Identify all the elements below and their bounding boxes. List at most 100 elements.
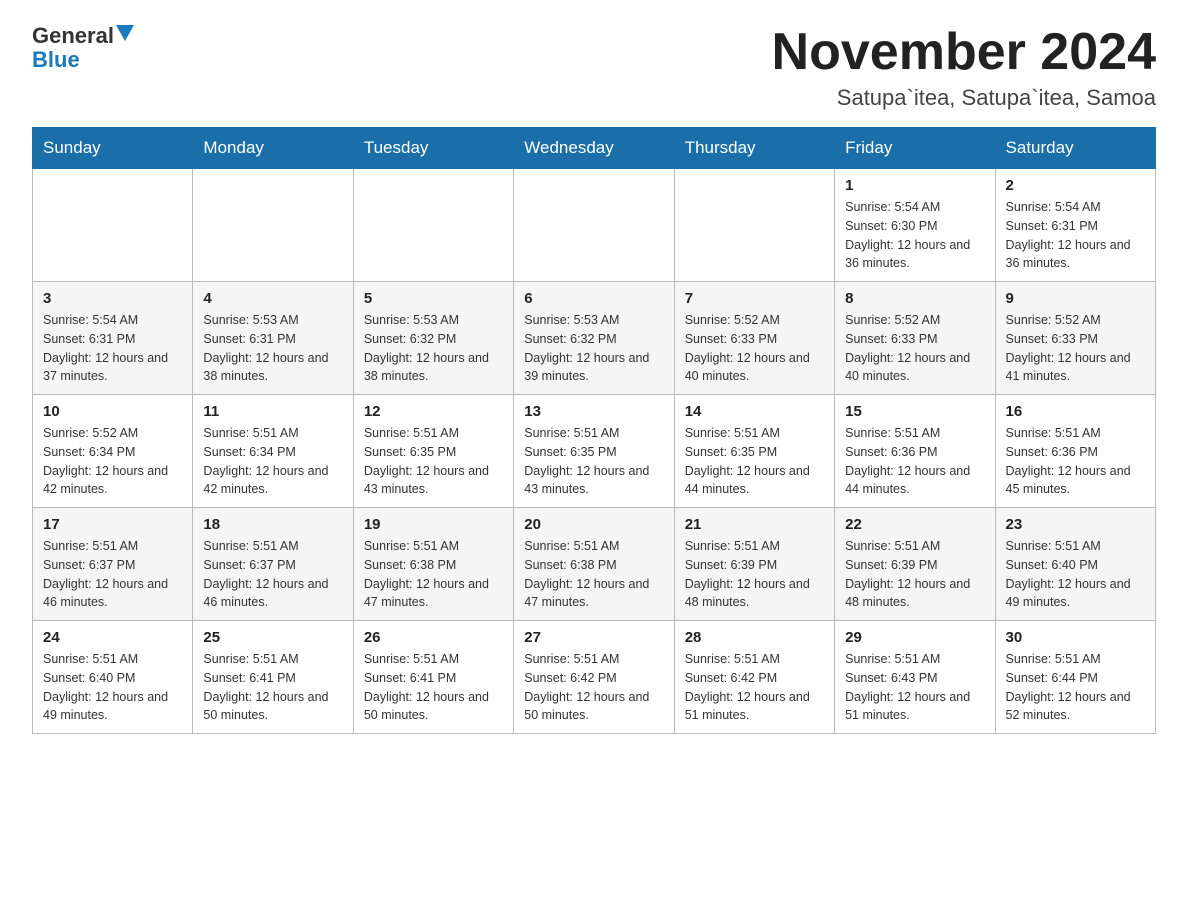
day-info: Sunrise: 5:51 AM Sunset: 6:36 PM Dayligh… (1006, 424, 1145, 499)
day-info: Sunrise: 5:53 AM Sunset: 6:32 PM Dayligh… (524, 311, 663, 386)
day-number: 25 (203, 629, 342, 646)
day-info: Sunrise: 5:54 AM Sunset: 6:31 PM Dayligh… (43, 311, 182, 386)
page-header: General Blue November 2024 Satupa`itea, … (32, 24, 1156, 111)
calendar-cell: 21 Sunrise: 5:51 AM Sunset: 6:39 PM Dayli… (674, 508, 834, 621)
calendar-cell: 2 Sunrise: 5:54 AM Sunset: 6:31 PM Daylig… (995, 169, 1155, 282)
calendar-cell: 6Sunrise: 5:53 AM Sunset: 6:32 PM Daylig… (514, 282, 674, 395)
day-info: Sunrise: 5:51 AM Sunset: 6:41 PM Dayligh… (203, 650, 342, 725)
day-number: 23 (1006, 516, 1145, 533)
location-subtitle: Satupa`itea, Satupa`itea, Samoa (772, 85, 1156, 111)
day-number: 3 (43, 290, 182, 307)
col-header-tuesday: Tuesday (353, 128, 513, 169)
day-info: Sunrise: 5:51 AM Sunset: 6:37 PM Dayligh… (43, 537, 182, 612)
day-info: Sunrise: 5:54 AM Sunset: 6:30 PM Dayligh… (845, 198, 984, 273)
logo-general: General (32, 24, 114, 48)
col-header-thursday: Thursday (674, 128, 834, 169)
day-info: Sunrise: 5:52 AM Sunset: 6:34 PM Dayligh… (43, 424, 182, 499)
day-number: 21 (685, 516, 824, 533)
day-number: 16 (1006, 403, 1145, 420)
day-number: 4 (203, 290, 342, 307)
day-number: 11 (203, 403, 342, 420)
day-number: 27 (524, 629, 663, 646)
calendar-cell: 29Sunrise: 5:51 AM Sunset: 6:43 PM Dayli… (835, 621, 995, 734)
day-info: Sunrise: 5:51 AM Sunset: 6:42 PM Dayligh… (685, 650, 824, 725)
day-info: Sunrise: 5:51 AM Sunset: 6:38 PM Dayligh… (524, 537, 663, 612)
col-header-saturday: Saturday (995, 128, 1155, 169)
day-number: 8 (845, 290, 984, 307)
calendar-cell: 24 Sunrise: 5:51 AM Sunset: 6:40 PM Dayli… (33, 621, 193, 734)
col-header-sunday: Sunday (33, 128, 193, 169)
day-number: 7 (685, 290, 824, 307)
logo-blue: Blue (32, 48, 80, 72)
day-info: Sunrise: 5:51 AM Sunset: 6:39 PM Dayligh… (685, 537, 824, 612)
calendar-cell: 26Sunrise: 5:51 AM Sunset: 6:41 PM Dayli… (353, 621, 513, 734)
day-info: Sunrise: 5:51 AM Sunset: 6:38 PM Dayligh… (364, 537, 503, 612)
day-number: 29 (845, 629, 984, 646)
day-info: Sunrise: 5:52 AM Sunset: 6:33 PM Dayligh… (685, 311, 824, 386)
logo-arrow-icon (116, 25, 134, 43)
calendar-cell: 10 Sunrise: 5:52 AM Sunset: 6:34 PM Dayli… (33, 395, 193, 508)
day-info: Sunrise: 5:52 AM Sunset: 6:33 PM Dayligh… (1006, 311, 1145, 386)
calendar-cell: 20 Sunrise: 5:51 AM Sunset: 6:38 PM Dayli… (514, 508, 674, 621)
day-info: Sunrise: 5:51 AM Sunset: 6:40 PM Dayligh… (1006, 537, 1145, 612)
calendar-cell: 13Sunrise: 5:51 AM Sunset: 6:35 PM Dayli… (514, 395, 674, 508)
day-number: 18 (203, 516, 342, 533)
calendar-week-row: 1 Sunrise: 5:54 AM Sunset: 6:30 PM Daylig… (33, 169, 1156, 282)
calendar-cell: 18Sunrise: 5:51 AM Sunset: 6:37 PM Dayli… (193, 508, 353, 621)
calendar-cell: 12 Sunrise: 5:51 AM Sunset: 6:35 PM Dayli… (353, 395, 513, 508)
calendar-cell: 5 Sunrise: 5:53 AM Sunset: 6:32 PM Daylig… (353, 282, 513, 395)
day-info: Sunrise: 5:51 AM Sunset: 6:36 PM Dayligh… (845, 424, 984, 499)
calendar-cell: 30Sunrise: 5:51 AM Sunset: 6:44 PM Dayli… (995, 621, 1155, 734)
calendar-cell: 25 Sunrise: 5:51 AM Sunset: 6:41 PM Dayli… (193, 621, 353, 734)
calendar-cell: 28Sunrise: 5:51 AM Sunset: 6:42 PM Dayli… (674, 621, 834, 734)
calendar-week-row: 24 Sunrise: 5:51 AM Sunset: 6:40 PM Dayli… (33, 621, 1156, 734)
day-info: Sunrise: 5:51 AM Sunset: 6:34 PM Dayligh… (203, 424, 342, 499)
day-info: Sunrise: 5:51 AM Sunset: 6:42 PM Dayligh… (524, 650, 663, 725)
day-info: Sunrise: 5:51 AM Sunset: 6:41 PM Dayligh… (364, 650, 503, 725)
calendar-cell: 27 Sunrise: 5:51 AM Sunset: 6:42 PM Dayli… (514, 621, 674, 734)
day-number: 13 (524, 403, 663, 420)
day-number: 30 (1006, 629, 1145, 646)
day-info: Sunrise: 5:52 AM Sunset: 6:33 PM Dayligh… (845, 311, 984, 386)
day-number: 1 (845, 177, 984, 194)
calendar-table: SundayMondayTuesdayWednesdayThursdayFrid… (32, 127, 1156, 734)
title-area: November 2024 Satupa`itea, Satupa`itea, … (772, 24, 1156, 111)
day-info: Sunrise: 5:51 AM Sunset: 6:40 PM Dayligh… (43, 650, 182, 725)
day-number: 24 (43, 629, 182, 646)
calendar-cell (33, 169, 193, 282)
calendar-cell: 14Sunrise: 5:51 AM Sunset: 6:35 PM Dayli… (674, 395, 834, 508)
calendar-cell: 23 Sunrise: 5:51 AM Sunset: 6:40 PM Dayli… (995, 508, 1155, 621)
logo: General Blue (32, 24, 134, 72)
calendar-week-row: 3 Sunrise: 5:54 AM Sunset: 6:31 PM Daylig… (33, 282, 1156, 395)
day-number: 19 (364, 516, 503, 533)
col-header-friday: Friday (835, 128, 995, 169)
day-number: 20 (524, 516, 663, 533)
day-number: 12 (364, 403, 503, 420)
calendar-cell (353, 169, 513, 282)
calendar-week-row: 17 Sunrise: 5:51 AM Sunset: 6:37 PM Dayli… (33, 508, 1156, 621)
calendar-cell: 15Sunrise: 5:51 AM Sunset: 6:36 PM Dayli… (835, 395, 995, 508)
day-info: Sunrise: 5:51 AM Sunset: 6:35 PM Dayligh… (685, 424, 824, 499)
calendar-cell: 11 Sunrise: 5:51 AM Sunset: 6:34 PM Dayli… (193, 395, 353, 508)
day-number: 10 (43, 403, 182, 420)
day-number: 2 (1006, 177, 1145, 194)
day-number: 5 (364, 290, 503, 307)
calendar-cell (674, 169, 834, 282)
calendar-cell: 3 Sunrise: 5:54 AM Sunset: 6:31 PM Daylig… (33, 282, 193, 395)
calendar-cell: 16 Sunrise: 5:51 AM Sunset: 6:36 PM Dayli… (995, 395, 1155, 508)
day-info: Sunrise: 5:53 AM Sunset: 6:32 PM Dayligh… (364, 311, 503, 386)
day-info: Sunrise: 5:51 AM Sunset: 6:39 PM Dayligh… (845, 537, 984, 612)
col-header-monday: Monday (193, 128, 353, 169)
calendar-cell: 19 Sunrise: 5:51 AM Sunset: 6:38 PM Dayli… (353, 508, 513, 621)
day-info: Sunrise: 5:54 AM Sunset: 6:31 PM Dayligh… (1006, 198, 1145, 273)
calendar-cell (514, 169, 674, 282)
calendar-cell: 9 Sunrise: 5:52 AM Sunset: 6:33 PM Daylig… (995, 282, 1155, 395)
day-number: 17 (43, 516, 182, 533)
month-title: November 2024 (772, 24, 1156, 81)
day-info: Sunrise: 5:51 AM Sunset: 6:35 PM Dayligh… (364, 424, 503, 499)
calendar-cell: 8 Sunrise: 5:52 AM Sunset: 6:33 PM Daylig… (835, 282, 995, 395)
calendar-cell: 7 Sunrise: 5:52 AM Sunset: 6:33 PM Daylig… (674, 282, 834, 395)
calendar-cell: 22 Sunrise: 5:51 AM Sunset: 6:39 PM Dayli… (835, 508, 995, 621)
day-number: 9 (1006, 290, 1145, 307)
day-number: 22 (845, 516, 984, 533)
